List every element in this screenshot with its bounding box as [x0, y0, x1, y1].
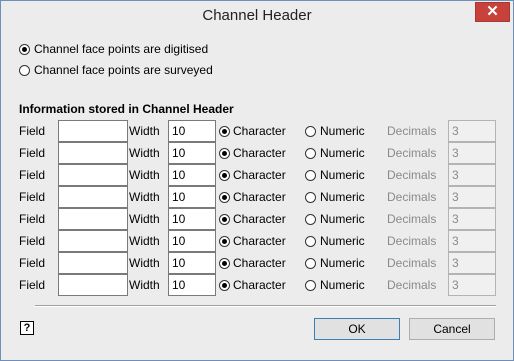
- group-title: Information stored in Channel Header: [19, 102, 234, 116]
- width-input[interactable]: 10: [168, 230, 216, 252]
- decimals-label: Decimals: [387, 124, 437, 138]
- character-radio[interactable]: [219, 280, 230, 291]
- width-input[interactable]: 10: [168, 186, 216, 208]
- numeric-radio[interactable]: [305, 126, 316, 137]
- decimals-label: Decimals: [387, 190, 437, 204]
- character-radio[interactable]: [219, 236, 230, 247]
- character-label[interactable]: Character: [233, 212, 286, 226]
- decimals-label: Decimals: [387, 146, 437, 160]
- numeric-radio[interactable]: [305, 236, 316, 247]
- cancel-button[interactable]: Cancel: [409, 318, 495, 340]
- separator: [35, 305, 496, 307]
- decimals-input: 3: [448, 142, 496, 164]
- decimals-input: 3: [448, 274, 496, 296]
- decimals-label: Decimals: [387, 212, 437, 226]
- field-input[interactable]: [58, 208, 128, 230]
- decimals-input: 3: [448, 230, 496, 252]
- width-label: Width: [129, 190, 160, 204]
- character-radio[interactable]: [219, 214, 230, 225]
- ok-button[interactable]: OK: [314, 318, 400, 340]
- character-label[interactable]: Character: [233, 256, 286, 270]
- numeric-label[interactable]: Numeric: [320, 256, 365, 270]
- field-label: Field: [19, 212, 46, 226]
- width-input[interactable]: 10: [168, 274, 216, 296]
- character-radio[interactable]: [219, 192, 230, 203]
- width-label: Width: [129, 256, 160, 270]
- field-input[interactable]: [58, 142, 128, 164]
- numeric-radio[interactable]: [305, 258, 316, 269]
- numeric-label[interactable]: Numeric: [320, 190, 365, 204]
- numeric-radio[interactable]: [305, 192, 316, 203]
- decimals-label: Decimals: [387, 168, 437, 182]
- surveyed-label[interactable]: Channel face points are surveyed: [34, 63, 213, 77]
- character-radio[interactable]: [219, 258, 230, 269]
- numeric-radio[interactable]: [305, 214, 316, 225]
- decimals-input: 3: [448, 252, 496, 274]
- width-input[interactable]: 10: [168, 142, 216, 164]
- numeric-label[interactable]: Numeric: [320, 234, 365, 248]
- width-input[interactable]: 10: [168, 164, 216, 186]
- close-icon: ✕: [486, 3, 499, 20]
- character-label[interactable]: Character: [233, 146, 286, 160]
- character-label[interactable]: Character: [233, 234, 286, 248]
- field-label: Field: [19, 124, 46, 138]
- numeric-label[interactable]: Numeric: [320, 168, 365, 182]
- numeric-radio[interactable]: [305, 170, 316, 181]
- field-label: Field: [19, 146, 46, 160]
- decimals-input: 3: [448, 120, 496, 142]
- field-label: Field: [19, 256, 46, 270]
- decimals-input: 3: [448, 186, 496, 208]
- decimals-label: Decimals: [387, 278, 437, 292]
- field-input[interactable]: [58, 120, 128, 142]
- character-label[interactable]: Character: [233, 278, 286, 292]
- decimals-label: Decimals: [387, 256, 437, 270]
- decimals-input: 3: [448, 164, 496, 186]
- field-input[interactable]: [58, 164, 128, 186]
- width-input[interactable]: 10: [168, 252, 216, 274]
- field-input[interactable]: [58, 230, 128, 252]
- dialog-title: Channel Header: [202, 7, 312, 24]
- width-input[interactable]: 10: [168, 208, 216, 230]
- numeric-radio[interactable]: [305, 148, 316, 159]
- character-label[interactable]: Character: [233, 124, 286, 138]
- width-label: Width: [129, 124, 160, 138]
- width-label: Width: [129, 234, 160, 248]
- decimals-label: Decimals: [387, 234, 437, 248]
- close-button[interactable]: ✕: [475, 2, 510, 22]
- width-label: Width: [129, 146, 160, 160]
- character-radio[interactable]: [219, 126, 230, 137]
- numeric-label[interactable]: Numeric: [320, 212, 365, 226]
- width-label: Width: [129, 168, 160, 182]
- field-label: Field: [19, 190, 46, 204]
- field-label: Field: [19, 234, 46, 248]
- character-label[interactable]: Character: [233, 190, 286, 204]
- width-input[interactable]: 10: [168, 120, 216, 142]
- decimals-input: 3: [448, 208, 496, 230]
- character-radio[interactable]: [219, 148, 230, 159]
- field-input[interactable]: [58, 252, 128, 274]
- width-label: Width: [129, 278, 160, 292]
- field-input[interactable]: [58, 274, 128, 296]
- numeric-radio[interactable]: [305, 280, 316, 291]
- digitised-label[interactable]: Channel face points are digitised: [34, 42, 208, 56]
- character-radio[interactable]: [219, 170, 230, 181]
- title-bar[interactable]: Channel Header ✕: [1, 1, 513, 31]
- surveyed-radio[interactable]: [19, 65, 30, 76]
- numeric-label[interactable]: Numeric: [320, 124, 365, 138]
- field-label: Field: [19, 278, 46, 292]
- digitised-radio[interactable]: [19, 44, 30, 55]
- numeric-label[interactable]: Numeric: [320, 278, 365, 292]
- help-icon[interactable]: ?: [20, 321, 34, 335]
- width-label: Width: [129, 212, 160, 226]
- character-label[interactable]: Character: [233, 168, 286, 182]
- field-label: Field: [19, 168, 46, 182]
- numeric-label[interactable]: Numeric: [320, 146, 365, 160]
- field-input[interactable]: [58, 186, 128, 208]
